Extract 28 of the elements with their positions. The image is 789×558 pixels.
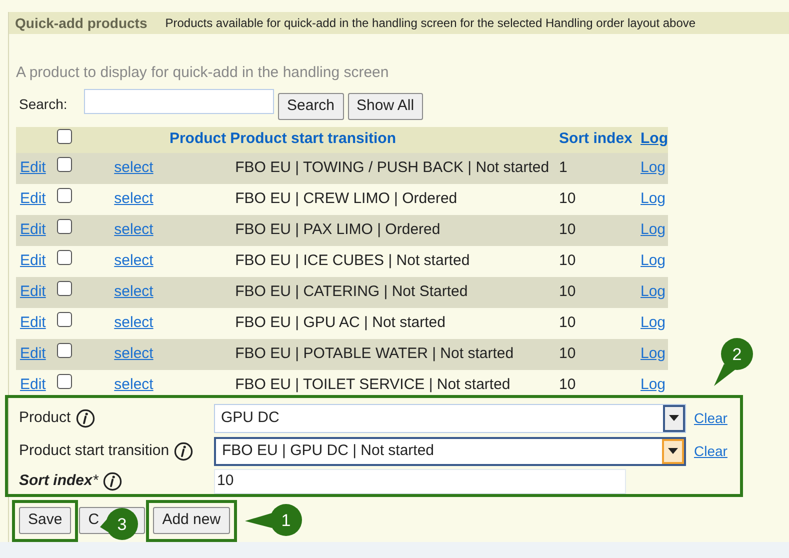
product-header: Product [169, 130, 226, 148]
transition-header: Product start transition [230, 130, 396, 148]
table-cell: 10 [559, 252, 576, 269]
table-cell: FBO EU | ICE CUBES | Not started [235, 252, 470, 269]
callout-tooltip: 1 [244, 502, 302, 536]
table-cell: FBO EU | TOWING / PUSH BACK | Not started [235, 158, 550, 176]
table-cell: 1 [559, 158, 568, 176]
section-description: Products available for quick-add in the handling screen for the selected Handling order layout above [165, 15, 696, 32]
table-cell: FBO EU | CATERING | Not Started [235, 282, 468, 300]
callout-tooltip: 2 [713, 336, 755, 388]
section-title: Quick-add products [15, 14, 148, 33]
field-label: Product [19, 408, 71, 428]
sort-index-header: Sort index [559, 130, 632, 148]
table-cell: FBO EU | PAX LIMO | Ordered [235, 220, 440, 238]
table-cell: FBO EU | POTABLE WATER | Not started [235, 344, 514, 362]
field-label: Product start transition [19, 440, 170, 461]
field-label: Sort index* [19, 471, 98, 492]
search-label: Search: [19, 94, 68, 114]
table-cell: 10 [559, 376, 576, 393]
table-cell: FBO EU | GPU AC | Not started [235, 314, 446, 331]
table-cell: 10 [559, 220, 576, 238]
intro-text: A product to display for quick-add in the handling screen [16, 63, 390, 83]
table-cell: 10 [559, 282, 576, 300]
table-cell: FBO EU | TOILET SERVICE | Not started [235, 376, 510, 393]
table-cell: FBO EU | CREW LIMO | Ordered [235, 190, 458, 207]
table-cell: 10 [559, 314, 576, 331]
table-cell: 10 [559, 344, 576, 362]
table-cell: 10 [559, 190, 576, 207]
